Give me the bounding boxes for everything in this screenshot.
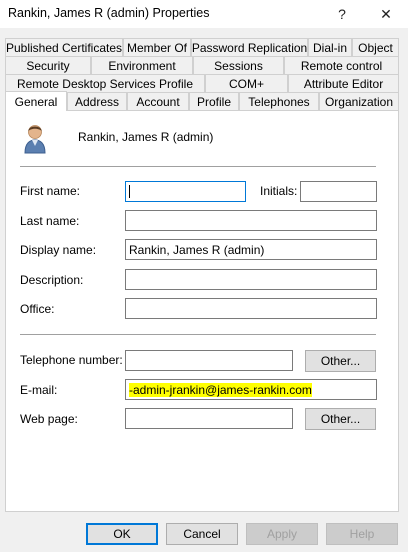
last-name-field[interactable]	[125, 210, 377, 231]
tab-com-plus[interactable]: COM+	[205, 74, 288, 92]
tab-account[interactable]: Account	[127, 92, 189, 110]
text-caret	[129, 185, 130, 198]
tab-published-certificates[interactable]: Published Certificates	[5, 38, 123, 56]
tab-remote-desktop-services-profile[interactable]: Remote Desktop Services Profile	[5, 74, 205, 92]
first-name-label: First name:	[20, 184, 81, 198]
office-label: Office:	[20, 302, 55, 316]
user-display-name: Rankin, James R (admin)	[78, 130, 214, 144]
description-label: Description:	[20, 273, 84, 287]
web-page-field[interactable]	[125, 408, 293, 429]
help-title-button[interactable]: ?	[322, 0, 362, 28]
tab-object[interactable]: Object	[352, 38, 399, 56]
first-name-field[interactable]	[125, 181, 246, 202]
display-name-field[interactable]: Rankin, James R (admin)	[125, 239, 377, 260]
ok-button[interactable]: OK	[86, 523, 158, 545]
cancel-button[interactable]: Cancel	[166, 523, 238, 545]
office-field[interactable]	[125, 298, 377, 319]
tab-dial-in[interactable]: Dial-in	[308, 38, 352, 56]
apply-button[interactable]: Apply	[246, 523, 318, 545]
tab-sessions[interactable]: Sessions	[193, 56, 284, 74]
title-bar: Rankin, James R (admin) Properties ? ✕	[0, 0, 408, 28]
separator-bottom	[20, 334, 376, 335]
last-name-label: Last name:	[20, 214, 80, 228]
tab-profile[interactable]: Profile	[189, 92, 239, 110]
telephone-field[interactable]	[125, 350, 293, 371]
email-label: E-mail:	[20, 383, 58, 397]
separator-top	[20, 166, 376, 167]
email-field[interactable]: -admin-jrankin@james-rankin.com	[125, 379, 377, 400]
telephone-other-button[interactable]: Other...	[305, 350, 376, 372]
description-field[interactable]	[125, 269, 377, 290]
tab-environment[interactable]: Environment	[91, 56, 193, 74]
initials-field[interactable]	[300, 181, 377, 202]
window-title: Rankin, James R (admin) Properties	[8, 6, 210, 20]
display-name-label: Display name:	[20, 243, 97, 257]
tab-organization[interactable]: Organization	[319, 92, 399, 110]
initials-label: Initials:	[260, 184, 298, 198]
tab-attribute-editor[interactable]: Attribute Editor	[288, 74, 399, 92]
tab-password-replication[interactable]: Password Replication	[191, 38, 308, 56]
telephone-label: Telephone number:	[20, 353, 123, 367]
tab-remote-control[interactable]: Remote control	[284, 56, 399, 74]
tab-general[interactable]: General	[5, 91, 67, 111]
web-page-label: Web page:	[20, 412, 78, 426]
user-icon	[22, 122, 48, 154]
web-page-other-button[interactable]: Other...	[305, 408, 376, 430]
tab-telephones[interactable]: Telephones	[239, 92, 319, 110]
help-button[interactable]: Help	[326, 523, 398, 545]
email-value-highlight: -admin-jrankin@james-rankin.com	[129, 382, 312, 397]
tab-security[interactable]: Security	[5, 56, 91, 74]
tab-address[interactable]: Address	[67, 92, 127, 110]
tab-member-of[interactable]: Member Of	[123, 38, 191, 56]
close-button[interactable]: ✕	[366, 0, 406, 28]
close-icon: ✕	[380, 5, 392, 22]
